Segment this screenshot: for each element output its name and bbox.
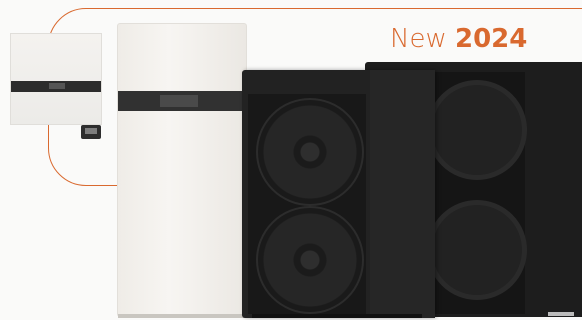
product-image: New 2024 xyxy=(0,0,582,320)
wall-unit-display xyxy=(49,83,65,89)
front-unit-grille xyxy=(248,94,366,314)
tower-control-panel xyxy=(118,91,246,111)
front-unit-side-panel xyxy=(370,70,435,318)
corner-mark xyxy=(548,312,574,316)
remote-screen xyxy=(85,128,97,134)
outdoor-unit-front xyxy=(242,70,435,318)
badge-year: 2024 xyxy=(454,24,528,54)
tower-display xyxy=(160,95,198,107)
remote-controller xyxy=(81,125,101,139)
wall-unit-control-strip xyxy=(11,81,101,92)
fan-icon xyxy=(256,98,364,206)
fan-icon xyxy=(256,206,364,314)
tower-base xyxy=(118,314,246,318)
rear-fan-icon xyxy=(427,80,527,180)
front-unit-base xyxy=(252,314,422,318)
wall-mounted-unit xyxy=(10,33,102,125)
indoor-tower-unit xyxy=(117,23,247,318)
rear-fan-icon xyxy=(427,200,527,300)
new-2024-badge: New 2024 xyxy=(390,24,527,54)
badge-word: New xyxy=(390,24,447,54)
